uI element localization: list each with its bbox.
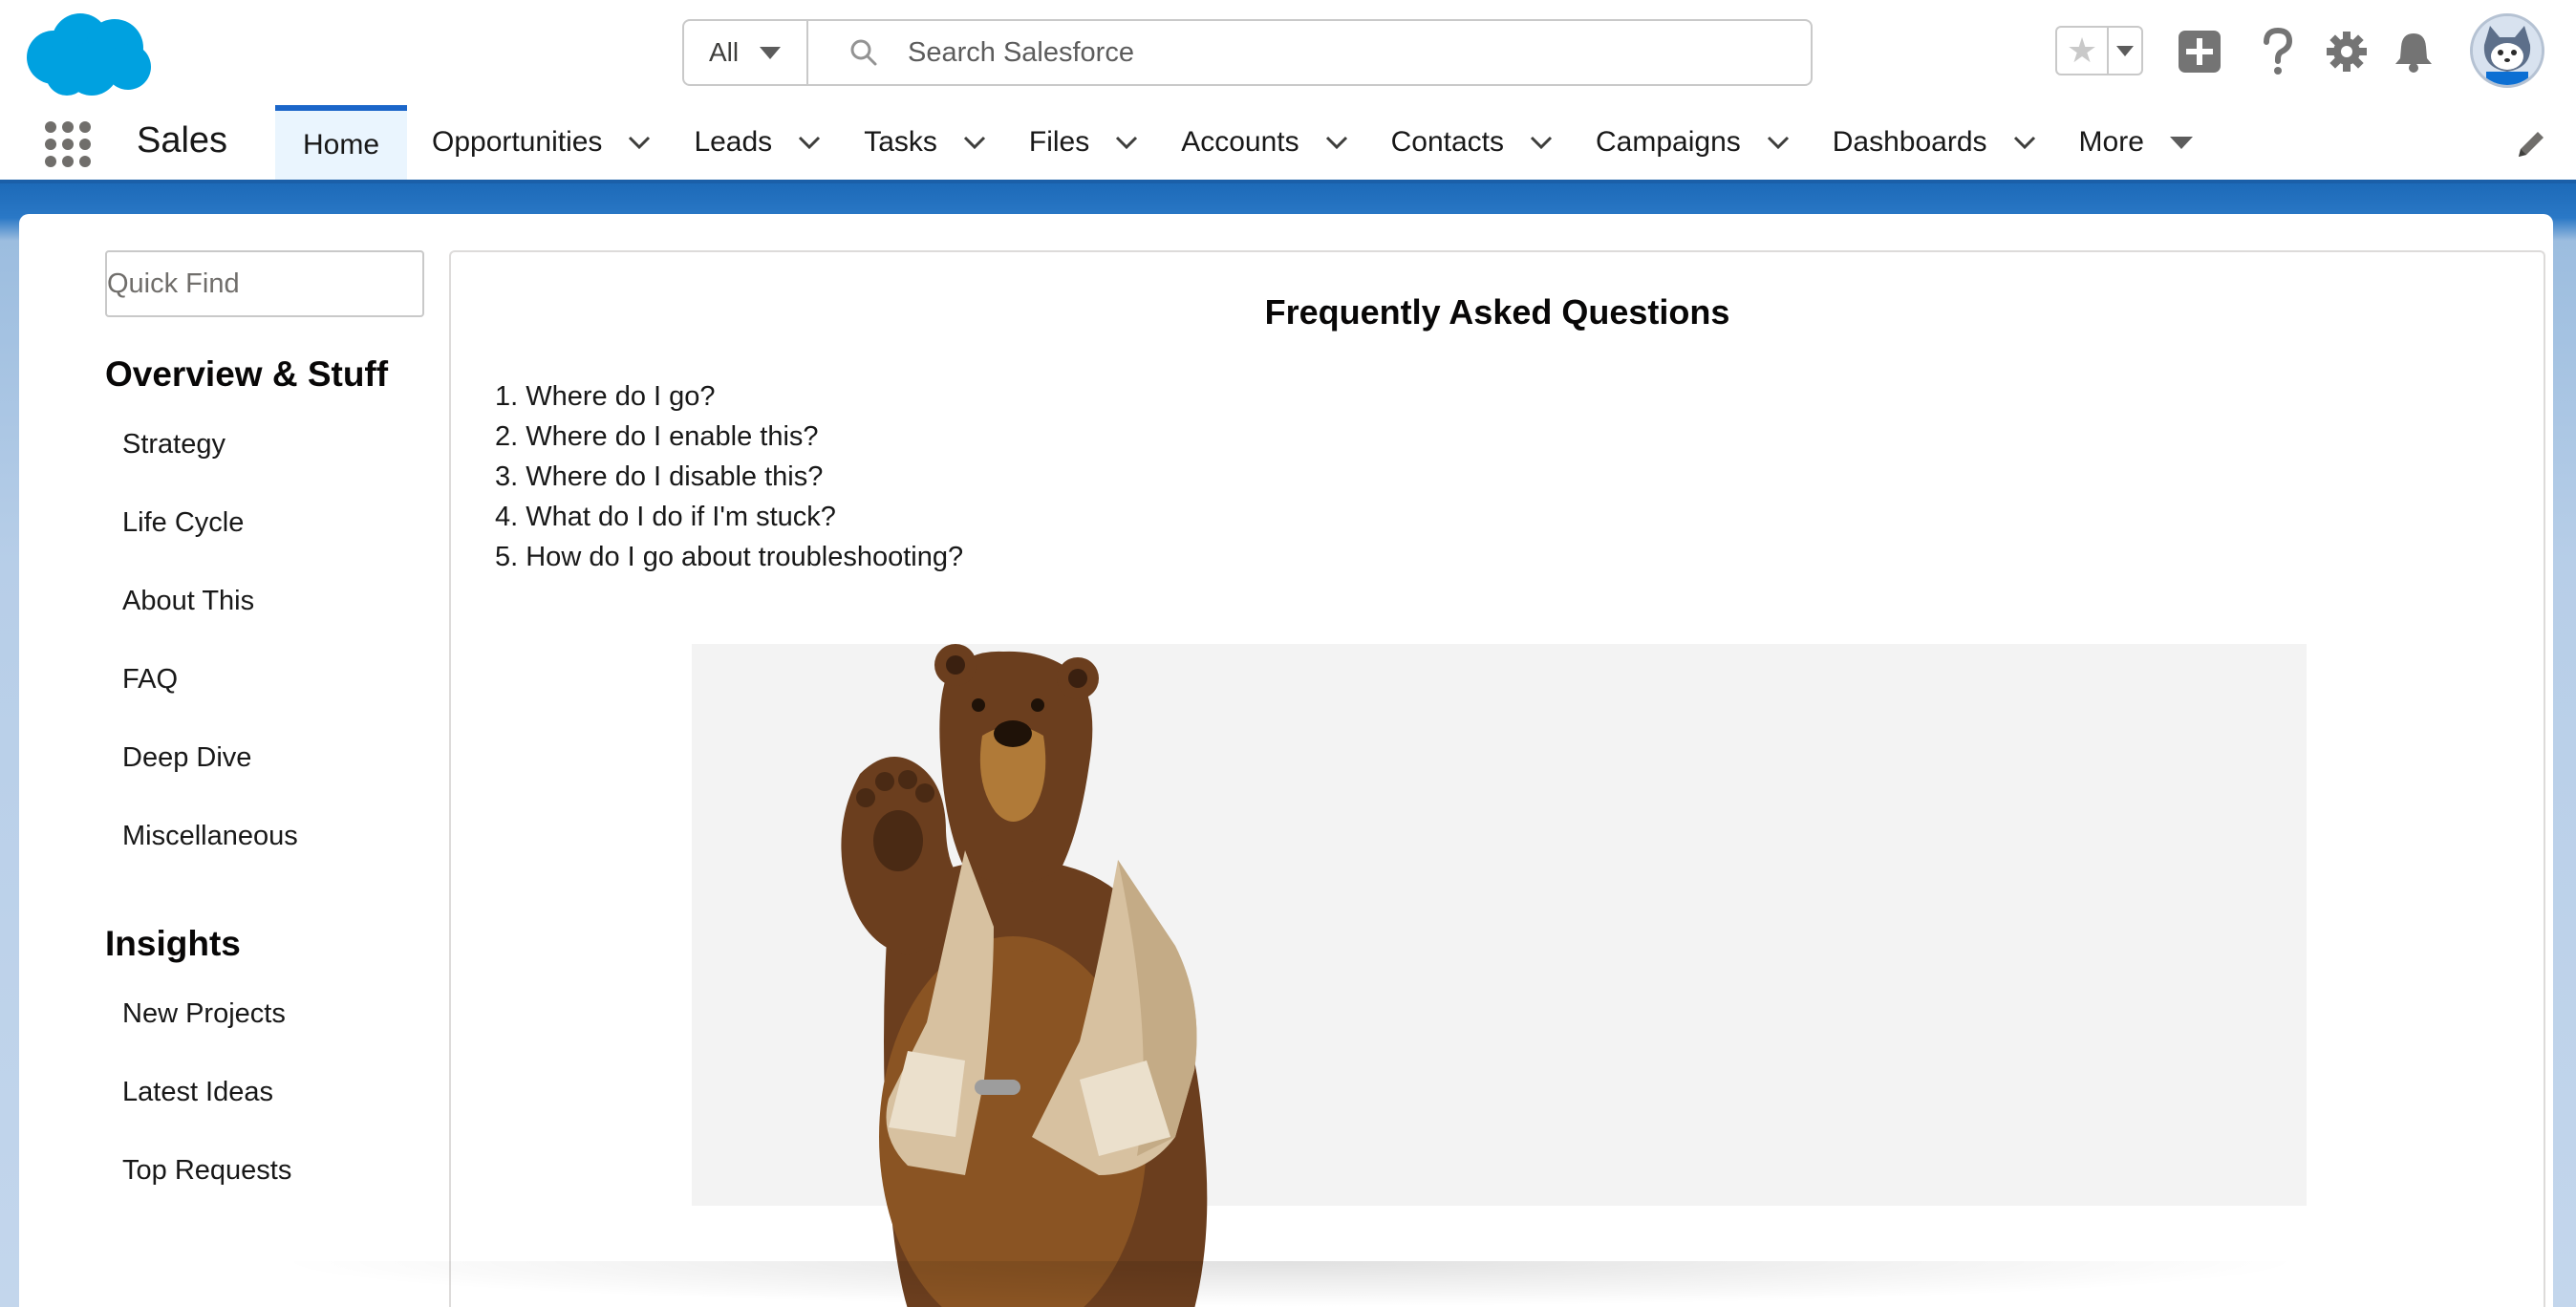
- chevron-down-icon[interactable]: [797, 130, 822, 155]
- navigation-bar: Sales Home Opportunities Leads Tasks Fil…: [0, 105, 2576, 183]
- faq-question: 4. What do I do if I'm stuck?: [495, 502, 836, 532]
- notification-bell-icon[interactable]: [2387, 25, 2440, 78]
- tab-home[interactable]: Home: [275, 105, 407, 180]
- chevron-down-icon[interactable]: [1324, 130, 1349, 155]
- sidebar-item-strategy[interactable]: Strategy: [105, 405, 430, 483]
- chevron-down-icon[interactable]: [1529, 130, 1554, 155]
- tab-label: Files: [1028, 126, 1090, 158]
- caret-down-icon: [760, 46, 782, 59]
- sidebar-item-life-cycle[interactable]: Life Cycle: [105, 483, 430, 562]
- search-scope-dropdown[interactable]: All: [684, 21, 808, 84]
- tab-campaigns[interactable]: Campaigns: [1596, 105, 1791, 180]
- sidebar-item-miscellaneous[interactable]: Miscellaneous: [105, 797, 430, 875]
- tab-label: Contacts: [1390, 126, 1505, 158]
- tab-leads[interactable]: Leads: [694, 105, 822, 180]
- search-field: [808, 21, 1811, 84]
- add-icon[interactable]: [2173, 25, 2226, 78]
- app-name: Sales: [137, 120, 228, 161]
- global-header: All ★: [0, 0, 2576, 105]
- faq-question: 2. Where do I enable this?: [495, 421, 819, 452]
- search-input[interactable]: [908, 36, 1768, 69]
- chevron-down-icon[interactable]: [1114, 130, 1139, 155]
- tab-label: Dashboards: [1832, 126, 1987, 158]
- faq-list: 1. Where do I go? 2. Where do I enable t…: [495, 376, 963, 577]
- sidebar-item-latest-ideas[interactable]: Latest Ideas: [105, 1053, 430, 1131]
- chevron-down-icon[interactable]: [1766, 130, 1791, 155]
- sidebar-section-title: Insights: [105, 924, 241, 963]
- tab-label: Home: [302, 129, 380, 161]
- help-icon[interactable]: [2251, 25, 2305, 78]
- app-launcher-icon[interactable]: [44, 120, 92, 168]
- sidebar-item-deep-dive[interactable]: Deep Dive: [105, 718, 430, 797]
- chevron-down-icon[interactable]: [2012, 130, 2037, 155]
- sidebar-section-title: Overview & Stuff: [105, 354, 389, 394]
- search-scope-label: All: [709, 37, 740, 67]
- faq-question: 5. How do I go about troubleshooting?: [495, 542, 964, 572]
- caret-down-icon[interactable]: [2169, 130, 2194, 155]
- settings-gear-icon[interactable]: [2320, 25, 2373, 78]
- sidebar-list: New Projects Latest Ideas Top Requests: [105, 975, 430, 1210]
- sidebar-item-top-requests[interactable]: Top Requests: [105, 1131, 430, 1210]
- sidebar-item-about-this[interactable]: About This: [105, 562, 430, 640]
- sidebar-item-faq[interactable]: FAQ: [105, 640, 430, 718]
- global-search: All: [682, 19, 1813, 86]
- bear-mascot-image: [841, 644, 1208, 1307]
- tab-label: Accounts: [1181, 126, 1299, 158]
- sidebar-list: Strategy Life Cycle About This FAQ Deep …: [105, 405, 430, 875]
- tab-tasks[interactable]: Tasks: [864, 105, 987, 180]
- salesforce-cloud-logo[interactable]: [25, 10, 151, 97]
- sidebar-item-new-projects[interactable]: New Projects: [105, 975, 430, 1053]
- tab-opportunities[interactable]: Opportunities: [432, 105, 652, 180]
- tab-label: More: [2078, 126, 2144, 158]
- caret-down-icon: [2116, 45, 2134, 56]
- page-title: Frequently Asked Questions: [1264, 292, 1730, 332]
- tab-dashboards[interactable]: Dashboards: [1833, 105, 2037, 180]
- star-icon[interactable]: ★: [2057, 28, 2109, 74]
- chevron-down-icon[interactable]: [962, 130, 987, 155]
- quick-find-input[interactable]: [105, 250, 424, 317]
- tab-label: Campaigns: [1596, 126, 1741, 158]
- favorites-group: ★: [2055, 26, 2143, 75]
- faq-question: 3. Where do I disable this?: [495, 461, 824, 492]
- tab-contacts[interactable]: Contacts: [1391, 105, 1554, 180]
- tab-label: Opportunities: [432, 126, 603, 158]
- tab-label: Leads: [694, 126, 773, 158]
- tab-more[interactable]: More: [2079, 105, 2194, 180]
- faq-question: 1. Where do I go?: [495, 381, 716, 412]
- tab-files[interactable]: Files: [1029, 105, 1139, 180]
- tab-label: Tasks: [864, 126, 937, 158]
- search-icon: [850, 39, 877, 66]
- sidebar: Overview & Stuff Strategy Life Cycle Abo…: [105, 344, 430, 1210]
- chevron-down-icon[interactable]: [627, 130, 652, 155]
- favorites-menu-button[interactable]: [2109, 28, 2141, 74]
- bottom-shadow: [268, 1261, 2312, 1307]
- user-avatar[interactable]: [2470, 13, 2544, 88]
- nav-items: Home Opportunities Leads Tasks Files Acc…: [275, 105, 2194, 180]
- tab-accounts[interactable]: Accounts: [1181, 105, 1348, 180]
- edit-pencil-icon[interactable]: [2515, 128, 2547, 161]
